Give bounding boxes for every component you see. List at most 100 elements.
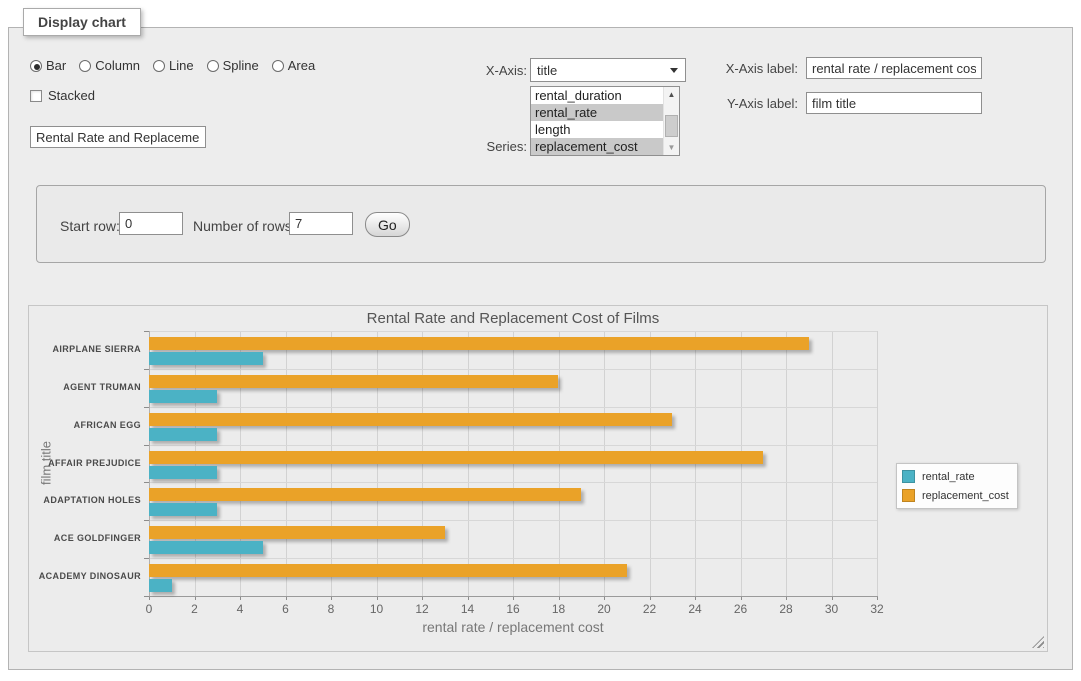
chart-title-input[interactable] [30,126,206,148]
legend-item: rental_rate [902,467,1009,486]
x-tick-label: 20 [597,602,610,616]
num-rows-label: Number of rows: [193,218,296,234]
radio-icon [153,60,165,72]
scroll-down-icon[interactable]: ▼ [664,140,679,155]
radio-icon [207,60,219,72]
radio-icon [30,60,42,72]
scrollbar-thumb[interactable] [665,115,678,137]
series-option-rental_duration[interactable]: rental_duration [531,87,663,104]
bar-replacement_cost [149,451,763,464]
gridline [149,520,877,521]
bar-replacement_cost [149,526,445,539]
series-option-length[interactable]: length [531,121,663,138]
start-row-input[interactable] [119,212,183,235]
radio-label: Spline [223,58,259,73]
go-button[interactable]: Go [365,212,410,237]
gridline [149,369,877,370]
gridline [149,407,877,408]
radio-label: Column [95,58,140,73]
x-tick-label: 24 [688,602,701,616]
resize-grip-icon[interactable] [1032,636,1044,648]
series-option-replacement_cost[interactable]: replacement_cost [531,138,663,155]
x-tick-label: 2 [191,602,198,616]
chart-type-radio-area[interactable]: Area [272,58,315,73]
x-axis-line [149,596,878,597]
x-axis-label-field-label: X-Axis label: [658,61,798,76]
chart: Rental Rate and Replacement Cost of Film… [28,305,1048,652]
x-tick-label: 4 [237,602,244,616]
x-tick-label: 12 [415,602,428,616]
bar-rental_rate [149,352,263,365]
category-label: AFFAIR PREJUDICE [29,458,141,468]
gridline [877,331,878,596]
radio-label: Area [288,58,315,73]
y-axis-label-input[interactable] [806,92,982,114]
start-row-label: Start row: [60,218,120,234]
bar-replacement_cost [149,375,558,388]
category-label: ACE GOLDFINGER [29,533,141,543]
radio-icon [79,60,91,72]
chart-type-radio-bar[interactable]: Bar [30,58,66,73]
display-chart-panel: Display chart BarColumnLineSplineArea St… [8,27,1073,670]
x-tick-label: 22 [643,602,656,616]
category-label: ACADEMY DINOSAUR [29,571,141,581]
chart-x-axis-title: rental rate / replacement cost [149,619,877,635]
panel-legend: Display chart [23,8,141,36]
chart-type-radio-group: Bar Column Line Spline Area [30,57,328,73]
x-tick-label: 32 [870,602,883,616]
chart-type-radio-column[interactable]: Column [79,58,140,73]
x-tick-label: 18 [552,602,565,616]
chart-legend: rental_rate replacement_cost [896,463,1018,509]
chart-type-radio-line[interactable]: Line [153,58,194,73]
legend-item: replacement_cost [902,486,1009,505]
bar-replacement_cost [149,488,581,501]
x-tick-label: 6 [282,602,289,616]
series-option-rental_rate[interactable]: rental_rate [531,104,663,121]
bar-replacement_cost [149,337,809,350]
num-rows-input[interactable] [289,212,353,235]
page: Display chart Bar Column Line Spline Area St… [0,0,1081,681]
category-label: AFRICAN EGG [29,420,141,430]
chart-type-radio-spline[interactable]: Spline [207,58,259,73]
category-label: AIRPLANE SIERRA [29,344,141,354]
checkbox-icon [30,90,42,102]
x-tick-label: 28 [779,602,792,616]
radio-icon [272,60,284,72]
x-tick-label: 26 [734,602,747,616]
radio-label: Line [169,58,194,73]
chart-title: Rental Rate and Replacement Cost of Film… [149,310,877,327]
x-tick-label: 14 [461,602,474,616]
gridline [149,331,877,332]
bar-replacement_cost [149,413,672,426]
category-label: ADAPTATION HOLES [29,495,141,505]
radio-label: Bar [46,58,66,73]
bar-rental_rate [149,541,263,554]
x-axis-label-input[interactable] [806,57,982,79]
legend-label: replacement_cost [922,490,1009,502]
bar-rental_rate [149,428,217,441]
bar-replacement_cost [149,564,627,577]
legend-label: rental_rate [922,471,975,483]
stacked-checkbox[interactable]: Stacked [30,88,95,103]
gridline [786,331,787,596]
gridline [149,558,877,559]
x-tick-label: 8 [328,602,335,616]
series-listbox-options: rental_durationrental_ratelengthreplacem… [531,87,663,155]
legend-swatch [902,470,915,483]
gridline [149,445,877,446]
x-axis-selected-value: title [537,63,557,78]
bar-rental_rate [149,503,217,516]
series-listbox-label: Series: [387,139,527,154]
x-tick-label: 16 [506,602,519,616]
bar-rental_rate [149,466,217,479]
bar-rental_rate [149,579,172,592]
y-axis-label-field-label: Y-Axis label: [658,96,798,111]
category-label: AGENT TRUMAN [29,382,141,392]
stacked-label: Stacked [48,88,95,103]
x-tick-label: 10 [370,602,383,616]
x-axis-select-label: X-Axis: [387,63,527,78]
legend-swatch [902,489,915,502]
x-tick-label: 30 [825,602,838,616]
x-tick-label: 0 [146,602,153,616]
gridline [149,482,877,483]
